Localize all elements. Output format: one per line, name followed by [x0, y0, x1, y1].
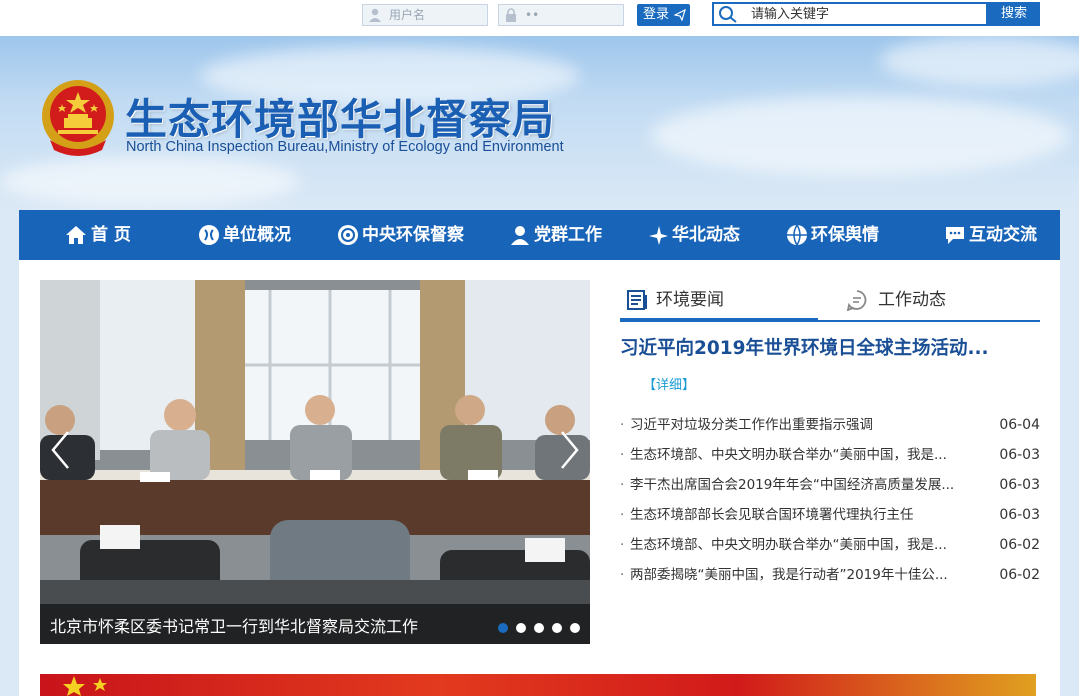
news-title[interactable]: 生态环境部、中央文明办联合举办“美丽中国，我是... [630, 440, 947, 470]
list-item[interactable]: · 生态环境部、中央文明办联合举办“美丽中国，我是... 06-02 [620, 530, 1040, 560]
home-icon [66, 226, 86, 244]
news-title[interactable]: 两部委揭晓“美丽中国，我是行动者”2019年十佳公... [630, 560, 948, 590]
password-input[interactable]: •• [498, 4, 624, 26]
star-icon [63, 676, 107, 696]
lock-icon [506, 8, 516, 22]
message-icon [846, 290, 867, 311]
news-headline[interactable]: 习近平向2019年世界环境日全球主场活动... [620, 334, 989, 360]
promo-banner[interactable] [40, 674, 1036, 696]
news-date: 06-02 [999, 537, 1040, 553]
slider-dot[interactable] [498, 623, 508, 633]
news-date: 06-03 [999, 477, 1040, 493]
news-tabs: 环境要闻 工作动态 [620, 280, 1040, 322]
site-title: 生态环境部华北督察局 [125, 95, 556, 144]
meeting-photo [40, 280, 590, 644]
slider-dot[interactable] [552, 623, 562, 633]
nav-label: 互动交流 [969, 225, 1037, 245]
photo-slider[interactable]: 北京市怀柔区委书记常卫一行到华北督察局交流工作 [40, 280, 590, 644]
list-item[interactable]: · 李干杰出席国合会2019年年会“中国经济高质量发展... 06-03 [620, 470, 1040, 500]
slider-dots [490, 618, 580, 637]
slider-dot[interactable] [516, 623, 526, 633]
list-item[interactable]: · 生态环境部部长会见联合国环境署代理执行主任 06-03 [620, 500, 1040, 530]
dynamic-icon [649, 226, 668, 245]
slider-caption[interactable]: 北京市怀柔区委书记常卫一行到华北督察局交流工作 [50, 613, 418, 637]
newspaper-icon [627, 290, 647, 310]
news-list: · 习近平对垃圾分类工作作出重要指示强调 06-04 · 生态环境部、中央文明办… [620, 410, 1040, 590]
party-icon [511, 226, 529, 245]
nav-item-interaction[interactable]: 互动交流 [944, 210, 1054, 260]
nav-item-home[interactable]: 首 页 [65, 210, 165, 260]
list-item[interactable]: · 生态环境部、中央文明办联合举办“美丽中国，我是... 06-03 [620, 440, 1040, 470]
detail-link[interactable]: 【详细】 [643, 374, 695, 393]
nav-item-public-opinion[interactable]: 环保舆情 [786, 210, 896, 260]
list-item[interactable]: · 习近平对垃圾分类工作作出重要指示强调 06-04 [620, 410, 1040, 440]
login-button[interactable]: 登录 [637, 4, 690, 26]
nav-label: 中央环保督察 [362, 225, 464, 245]
nav-label: 单位概况 [223, 225, 291, 245]
nav-label: 华北动态 [672, 225, 740, 245]
news-date: 06-03 [999, 447, 1040, 463]
building-icon [199, 225, 219, 245]
news-title[interactable]: 生态环境部部长会见联合国环境署代理执行主任 [630, 500, 914, 530]
nav-item-party-work[interactable]: 党群工作 [509, 210, 619, 260]
news-title[interactable]: 李干杰出席国合会2019年年会“中国经济高质量发展... [630, 470, 954, 500]
main-content: 北京市怀柔区委书记常卫一行到华北督察局交流工作 环境要闻 工作动态 习近平向20… [19, 260, 1060, 696]
news-title[interactable]: 习近平对垃圾分类工作作出重要指示强调 [630, 410, 873, 440]
tab-work-dynamic[interactable]: 工作动态 [846, 280, 1040, 320]
username-placeholder: 用户名 [389, 8, 426, 22]
user-icon [369, 8, 381, 22]
nav-item-north-dynamic[interactable]: 华北动态 [647, 210, 757, 260]
search-placeholder: 请输入关键字 [751, 7, 830, 22]
news-date: 06-04 [999, 417, 1040, 433]
search-input[interactable]: 请输入关键字 [712, 2, 988, 26]
username-input[interactable]: 用户名 [362, 4, 488, 26]
slider-dot[interactable] [534, 623, 544, 633]
tab-label: 工作动态 [878, 290, 946, 310]
chat-icon [946, 227, 964, 244]
nav-item-overview[interactable]: 单位概况 [198, 210, 308, 260]
globe-icon [787, 224, 807, 246]
nav-label: 环保舆情 [811, 225, 879, 245]
site-banner: 生态环境部华北督察局 North China Inspection Bureau… [0, 36, 1079, 210]
site-subtitle: North China Inspection Bureau,Ministry o… [126, 139, 564, 155]
nav-item-central-inspection[interactable]: 中央环保督察 [337, 210, 467, 260]
national-emblem-icon [42, 80, 114, 156]
search-button[interactable]: 搜索 [988, 2, 1040, 26]
password-placeholder: •• [525, 8, 540, 22]
news-date: 06-02 [999, 567, 1040, 583]
top-bar: 用户名 •• 登录 请输入关键字 搜索 [0, 0, 1079, 36]
inspection-icon [338, 225, 358, 245]
search-icon [719, 6, 737, 23]
tab-label: 环境要闻 [656, 290, 724, 310]
list-item[interactable]: · 两部委揭晓“美丽中国，我是行动者”2019年十佳公... 06-02 [620, 560, 1040, 590]
news-date: 06-03 [999, 507, 1040, 523]
main-nav: 首 页 单位概况 中央环保督察 党群工作 华北动态 环保舆情 互动交流 [19, 210, 1060, 260]
nav-label: 党群工作 [534, 225, 602, 245]
slider-caption-bar: 北京市怀柔区委书记常卫一行到华北督察局交流工作 [40, 604, 590, 644]
tab-environment-news[interactable]: 环境要闻 [620, 280, 818, 322]
nav-label: 首 页 [91, 225, 131, 245]
slider-next-icon[interactable] [560, 430, 580, 470]
slider-dot[interactable] [570, 623, 580, 633]
send-icon [674, 9, 686, 21]
slider-prev-icon[interactable] [50, 430, 70, 470]
news-title[interactable]: 生态环境部、中央文明办联合举办“美丽中国，我是... [630, 530, 947, 560]
login-label: 登录 [643, 7, 670, 22]
